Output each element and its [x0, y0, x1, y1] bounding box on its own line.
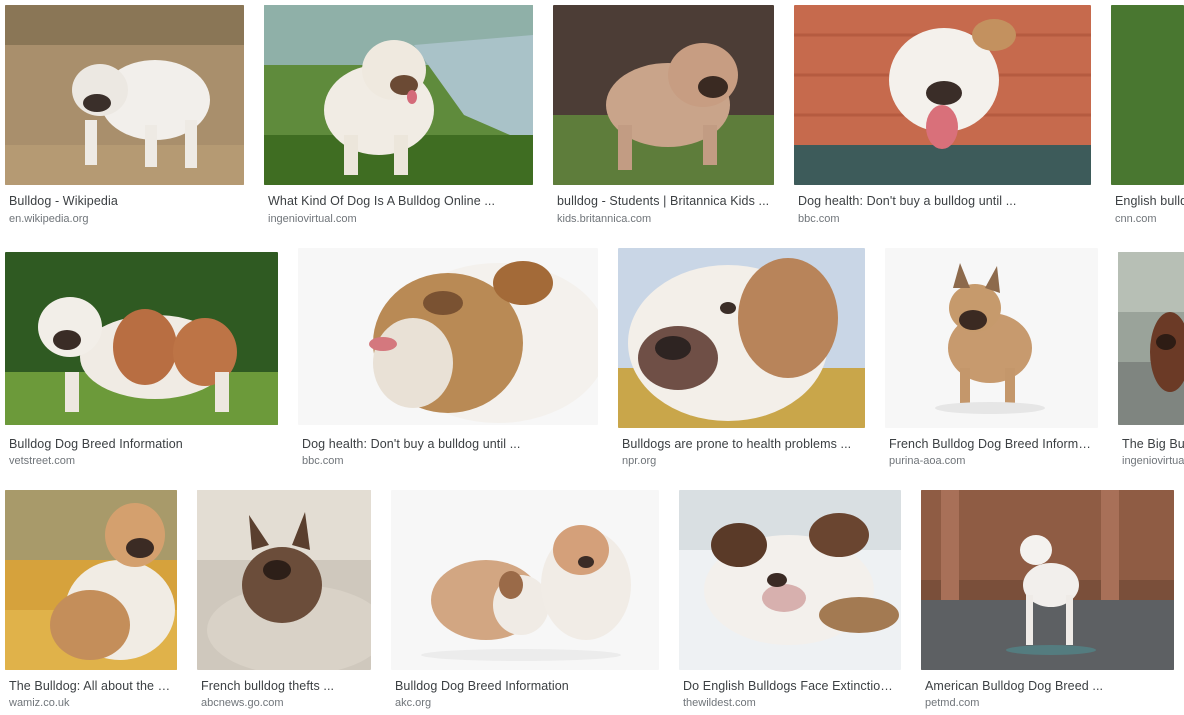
result-title[interactable]: What Kind Of Dog Is A Bulldog Online ...: [268, 194, 530, 208]
result-card-14[interactable]: Do English Bulldogs Face Extinction ... …: [679, 490, 901, 710]
result-title[interactable]: French bulldog thefts ...: [201, 679, 368, 693]
result-source: bbc.com: [302, 455, 344, 467]
result-image[interactable]: [679, 490, 901, 670]
result-card-15[interactable]: American Bulldog Dog Breed ... petmd.com: [921, 490, 1174, 710]
result-source: vetstreet.com: [9, 455, 76, 467]
result-title[interactable]: The Bulldog: All about the br...: [9, 679, 174, 693]
result-image[interactable]: [5, 5, 244, 185]
result-title[interactable]: Bulldog Dog Breed Information: [395, 679, 656, 693]
result-card-7[interactable]: Dog health: Don't buy a bulldog until ..…: [298, 248, 598, 472]
result-image[interactable]: [197, 490, 371, 670]
result-card-8[interactable]: Bulldogs are prone to health problems ..…: [618, 248, 865, 472]
result-source: kids.britannica.com: [557, 213, 652, 225]
result-card-3[interactable]: bulldog - Students | Britannica Kids ...…: [553, 5, 774, 229]
result-card-5[interactable]: English bulld cnn.com: [1111, 5, 1184, 229]
result-source: en.wikipedia.org: [9, 213, 89, 225]
result-source: thewildest.com: [683, 697, 756, 709]
result-source: cnn.com: [1115, 213, 1157, 225]
result-image[interactable]: [1111, 5, 1184, 185]
result-title[interactable]: Dog health: Don't buy a bulldog until ..…: [302, 437, 595, 451]
result-image[interactable]: [298, 248, 598, 425]
result-title[interactable]: French Bulldog Dog Breed Informati...: [889, 437, 1095, 451]
result-source: npr.org: [622, 455, 657, 467]
result-source: ingeniovirtual.com: [268, 213, 357, 225]
result-title[interactable]: Bulldogs are prone to health problems ..…: [622, 437, 862, 451]
result-image[interactable]: [264, 5, 533, 185]
result-card-10[interactable]: The Big Bul ingeniovirtual: [1118, 252, 1184, 472]
result-card-11[interactable]: The Bulldog: All about the br... wamiz.c…: [5, 490, 177, 710]
result-card-4[interactable]: Dog health: Don't buy a bulldog until ..…: [794, 5, 1091, 229]
result-image[interactable]: [553, 5, 774, 185]
result-title[interactable]: The Big Bul: [1122, 437, 1184, 451]
result-title[interactable]: Bulldog - Wikipedia: [9, 194, 241, 208]
result-image[interactable]: [391, 490, 659, 670]
result-image[interactable]: [794, 5, 1091, 185]
result-source: bbc.com: [798, 213, 840, 225]
result-title[interactable]: English bulld: [1115, 194, 1184, 208]
result-title[interactable]: Do English Bulldogs Face Extinction ...: [683, 679, 898, 693]
result-card-1[interactable]: Bulldog - Wikipedia en.wikipedia.org: [5, 5, 244, 229]
result-source: abcnews.go.com: [201, 697, 284, 709]
result-source: purina-aoa.com: [889, 455, 966, 467]
result-title[interactable]: American Bulldog Dog Breed ...: [925, 679, 1171, 693]
result-source: petmd.com: [925, 697, 980, 709]
result-card-9[interactable]: French Bulldog Dog Breed Informati... pu…: [885, 248, 1098, 472]
result-title[interactable]: Dog health: Don't buy a bulldog until ..…: [798, 194, 1088, 208]
result-image[interactable]: [1118, 252, 1184, 425]
result-card-12[interactable]: French bulldog thefts ... abcnews.go.com: [197, 490, 371, 710]
result-image[interactable]: [5, 490, 177, 670]
result-source: wamiz.co.uk: [9, 697, 70, 709]
result-image[interactable]: [921, 490, 1174, 670]
result-image[interactable]: [885, 248, 1098, 428]
result-title[interactable]: bulldog - Students | Britannica Kids ...: [557, 194, 771, 208]
result-source: ingeniovirtual: [1122, 455, 1184, 467]
result-card-6[interactable]: Bulldog Dog Breed Information vetstreet.…: [5, 252, 278, 472]
result-source: akc.org: [395, 697, 432, 709]
result-card-13[interactable]: Bulldog Dog Breed Information akc.org: [391, 490, 659, 710]
result-image[interactable]: [618, 248, 865, 428]
result-card-2[interactable]: What Kind Of Dog Is A Bulldog Online ...…: [264, 5, 533, 229]
result-image[interactable]: [5, 252, 278, 425]
result-title[interactable]: Bulldog Dog Breed Information: [9, 437, 275, 451]
